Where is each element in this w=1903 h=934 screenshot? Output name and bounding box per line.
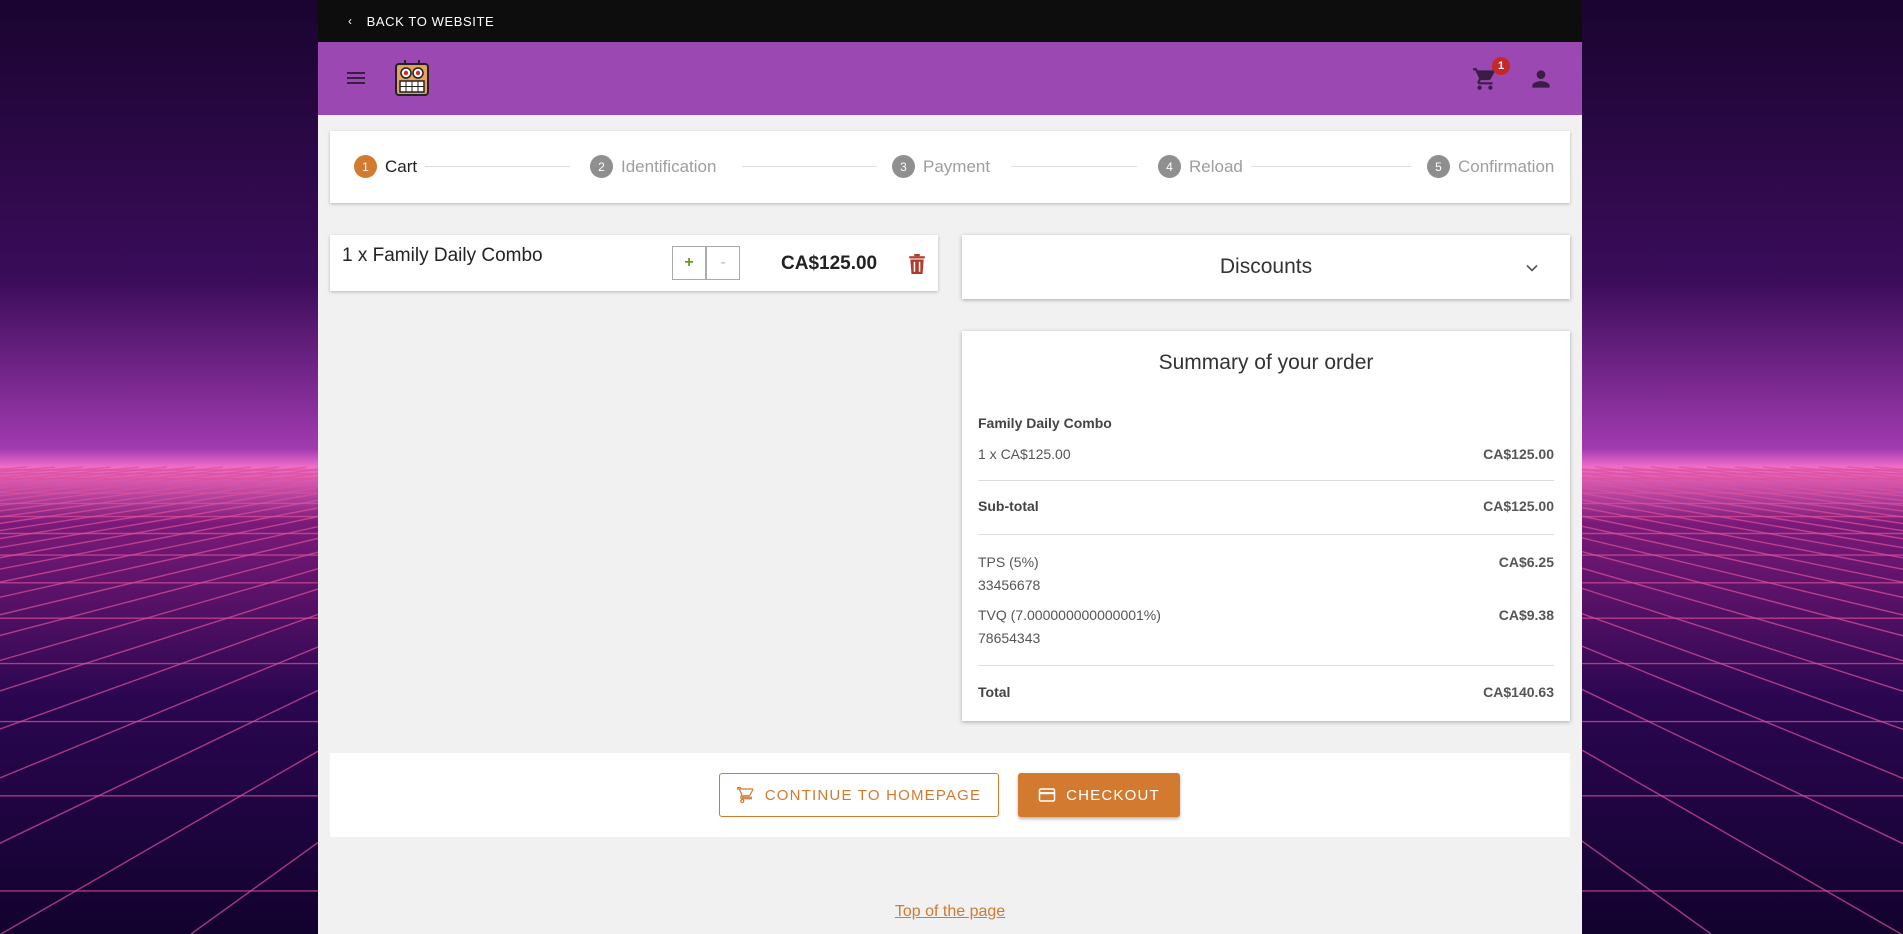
step-connector: [742, 166, 877, 167]
total-row: Total CA$140.63: [978, 684, 1554, 700]
step-connector: [425, 166, 570, 167]
topbar: ‹ BACK TO WEBSITE: [318, 0, 1582, 42]
step-number: 5: [1427, 155, 1450, 178]
checkout-button[interactable]: CHECKOUT: [1018, 773, 1180, 817]
cart-item-name: 1 x Family Daily Combo: [342, 245, 543, 266]
step-label: Identification: [621, 156, 717, 176]
discounts-title: Discounts: [1219, 255, 1313, 278]
subtotal-amount: CA$125.00: [1483, 498, 1554, 514]
step-number: 4: [1158, 155, 1181, 178]
increase-quantity-button[interactable]: +: [672, 246, 706, 280]
checkout-label: CHECKOUT: [1066, 786, 1160, 804]
step-connector: [1251, 166, 1411, 167]
checkout-stepper: 1 Cart 2 Identification 3 Payment 4 Relo…: [330, 131, 1570, 203]
continue-to-homepage-button[interactable]: CONTINUE TO HOMEPAGE: [719, 773, 999, 817]
tvq-row: TVQ (7.000000000000001%) CA$9.38: [978, 607, 1554, 623]
footer: Top of the page: [318, 903, 1582, 921]
step-label: Payment: [923, 156, 991, 176]
order-summary: Summary of your order Family Daily Combo…: [962, 331, 1570, 721]
divider: [978, 534, 1554, 535]
tps-number: 33456678: [978, 577, 1041, 593]
step-number: 3: [892, 155, 915, 178]
trash-icon[interactable]: [908, 254, 926, 274]
header: 1: [318, 42, 1582, 115]
summary-item-row: 1 x CA$125.00 CA$125.00: [978, 446, 1554, 462]
divider: [978, 665, 1554, 666]
total-amount: CA$140.63: [1483, 684, 1554, 700]
step-label: Confirmation: [1458, 156, 1555, 176]
tvq-amount: CA$9.38: [1498, 607, 1554, 623]
subtotal-label: Sub-total: [978, 498, 1039, 514]
robot-logo[interactable]: [394, 59, 430, 97]
back-to-website-label: BACK TO WEBSITE: [366, 13, 495, 29]
step-confirmation[interactable]: 5 Confirmation: [1427, 155, 1554, 178]
step-number: 2: [590, 155, 613, 178]
total-label: Total: [978, 684, 1011, 700]
summary-item-amount: CA$125.00: [1483, 446, 1554, 462]
step-connector: [1011, 166, 1137, 167]
step-cart[interactable]: 1 Cart: [354, 155, 417, 178]
step-number: 1: [354, 155, 377, 178]
step-payment[interactable]: 3 Payment: [892, 155, 990, 178]
tvq-label: TVQ (7.000000000000001%): [978, 607, 1161, 623]
menu-icon[interactable]: [344, 66, 368, 90]
subtotal-row: Sub-total CA$125.00: [978, 498, 1554, 514]
top-of-page-link[interactable]: Top of the page: [895, 903, 1005, 920]
chevron-down-icon: [1526, 264, 1538, 272]
credit-card-icon: [1038, 788, 1056, 802]
checkout-page: ‹ BACK TO WEBSITE 1 1 Cart 2 Identificat…: [318, 0, 1582, 934]
step-reload[interactable]: 4 Reload: [1158, 155, 1243, 178]
cart-item-price: CA$125.00: [781, 253, 878, 274]
account-icon[interactable]: [1528, 66, 1554, 92]
decrease-quantity-button[interactable]: -: [706, 246, 740, 280]
summary-title: Summary of your order: [1158, 351, 1374, 374]
chevron-left-icon: ‹: [348, 14, 353, 28]
summary-item-name: Family Daily Combo: [978, 415, 1112, 431]
tvq-number: 78654343: [978, 630, 1041, 646]
back-to-website-link[interactable]: ‹ BACK TO WEBSITE: [348, 14, 494, 29]
summary-item-line: 1 x CA$125.00: [978, 446, 1071, 462]
step-identification[interactable]: 2 Identification: [590, 155, 716, 178]
tps-amount: CA$6.25: [1498, 554, 1554, 570]
continue-label: CONTINUE TO HOMEPAGE: [764, 786, 982, 804]
discounts-panel[interactable]: Discounts: [962, 235, 1570, 299]
cart-actions: CONTINUE TO HOMEPAGE CHECKOUT: [330, 753, 1570, 837]
divider: [978, 480, 1554, 481]
tps-label: TPS (5%): [978, 554, 1039, 570]
step-label: Cart: [385, 156, 418, 176]
cart-icon: [736, 786, 754, 804]
tps-row: TPS (5%) CA$6.25: [978, 554, 1554, 570]
cart-count-badge: 1: [1492, 57, 1510, 75]
step-label: Reload: [1189, 156, 1243, 176]
cart-item: 1 x Family Daily Combo + - CA$125.00: [330, 235, 938, 291]
